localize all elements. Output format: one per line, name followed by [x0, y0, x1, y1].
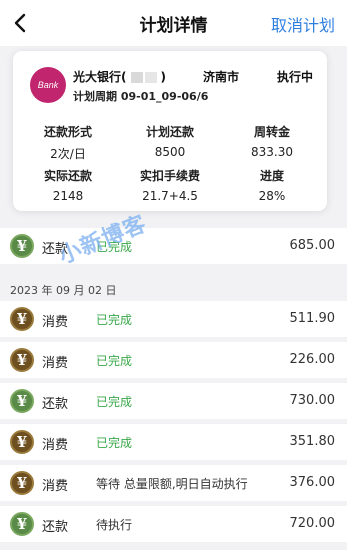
metric-label: 周转金: [253, 125, 290, 139]
transaction-status: 已完成: [96, 395, 133, 409]
transaction-type: 还款: [42, 397, 69, 412]
yen-coin-icon: ¥: [10, 471, 34, 495]
metric-value: 28%: [258, 189, 286, 203]
list-item[interactable]: ¥ 还款 已完成 730.00: [0, 383, 347, 419]
metric-value: 2148: [52, 189, 84, 203]
metric-label: 进度: [259, 169, 284, 183]
bank-name-text: 光大银行(: [73, 70, 127, 84]
list-item[interactable]: ¥ 消费 等待 总量限额,明日自动执行 376.00: [0, 465, 347, 501]
transaction-amount: 685.00: [289, 238, 336, 253]
transaction-status: 已完成: [96, 436, 133, 450]
list-item[interactable]: ¥ 消费 已完成 511.90: [0, 301, 347, 337]
bank-logo: Bank: [30, 67, 66, 103]
metric-value: 833.30: [251, 145, 293, 159]
transaction-type: 消费: [42, 315, 69, 330]
transaction-amount: 511.90: [289, 311, 336, 326]
transaction-type: 消费: [42, 479, 69, 494]
list-item[interactable]: ¥ 消费 已完成 226.00: [0, 342, 347, 378]
list-item[interactable]: ¥ 还款 已完成 685.00: [0, 228, 347, 264]
plan-period: 计划周期 09-01_09-06/6: [73, 90, 209, 103]
date-header: 2023 年 09 月 02 日: [0, 279, 347, 301]
transaction-status: 等待 总量限额,明日自动执行: [96, 477, 248, 491]
yen-coin-icon: ¥: [10, 348, 34, 372]
chevron-left-icon: [14, 13, 26, 33]
masked-digits: [130, 72, 143, 83]
transaction-status: 已完成: [96, 313, 133, 327]
yen-coin-icon: ¥: [10, 430, 34, 454]
yen-coin-icon: ¥: [10, 389, 34, 413]
back-button[interactable]: [8, 10, 32, 36]
transaction-amount: 730.00: [289, 393, 336, 408]
metric-value: 21.7+4.5: [142, 189, 198, 203]
transaction-amount: 351.80: [289, 434, 336, 449]
masked-digits: [144, 72, 157, 83]
yen-coin-icon: ¥: [10, 234, 34, 258]
bank-logo-text: Bank: [37, 80, 59, 90]
metric-value: 8500: [154, 145, 186, 159]
city-label: 济南市: [203, 70, 240, 84]
cancel-plan-button[interactable]: 取消计划: [271, 12, 335, 36]
bank-name-close: ): [160, 70, 166, 84]
top-bar: 计划详情 取消计划: [0, 0, 347, 46]
bank-name: 光大银行(): [73, 68, 166, 85]
list-item[interactable]: ¥ 还款 待执行 720.00: [0, 506, 347, 542]
transaction-amount: 376.00: [289, 475, 336, 490]
transaction-type: 还款: [42, 520, 69, 535]
transaction-type: 消费: [42, 356, 69, 371]
transaction-amount: 720.00: [289, 516, 336, 531]
yen-coin-icon: ¥: [10, 512, 34, 536]
transaction-status: 待执行: [96, 518, 133, 532]
yen-coin-icon: ¥: [10, 307, 34, 331]
transaction-status: 已完成: [96, 354, 133, 368]
page-title: 计划详情: [139, 15, 208, 36]
metric-label: 实际还款: [43, 169, 92, 183]
transaction-amount: 226.00: [289, 352, 336, 367]
divider: [0, 264, 347, 269]
list-item[interactable]: ¥ 消费 已完成 351.80: [0, 424, 347, 460]
transaction-type: 消费: [42, 438, 69, 453]
plan-summary-card: Bank 光大银行() 济南市 执行中 计划周期 09-01_09-06/6 还…: [13, 51, 327, 211]
metric-value: 2次/日: [50, 147, 86, 161]
metric-label: 实扣手续费: [139, 169, 200, 183]
status-badge: 执行中: [276, 70, 313, 84]
metric-label: 计划还款: [145, 125, 194, 139]
metric-label: 还款形式: [43, 125, 92, 139]
